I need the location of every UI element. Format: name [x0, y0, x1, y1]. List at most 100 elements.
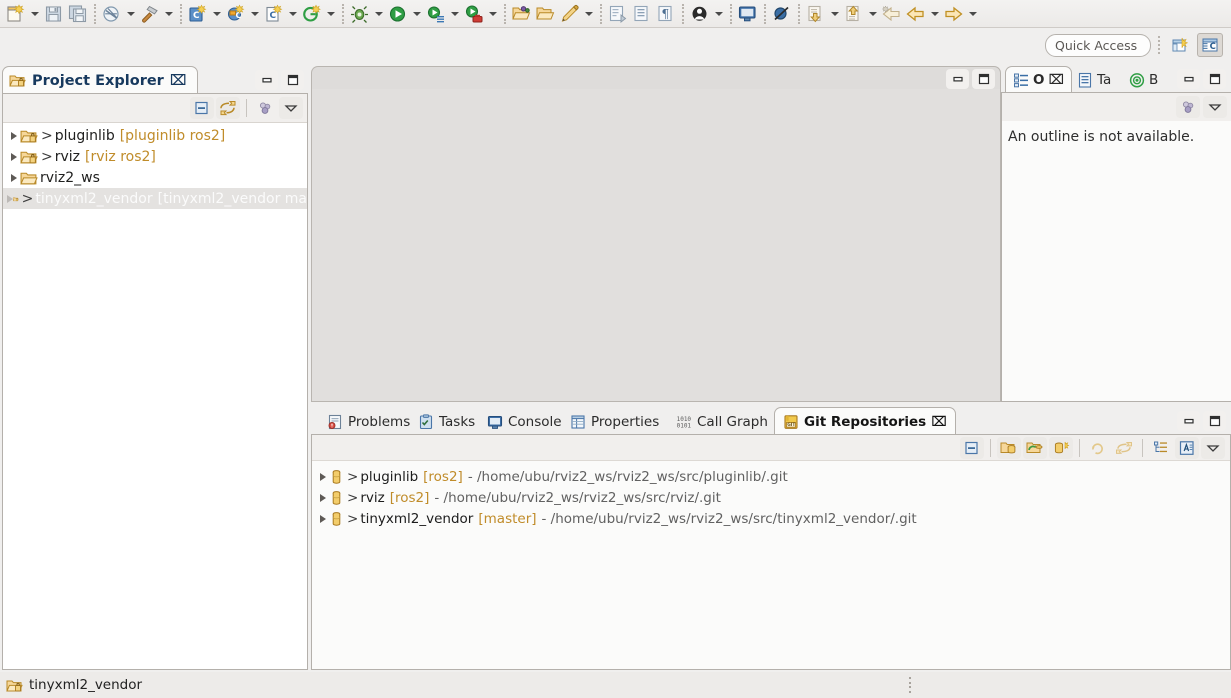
project-tree[interactable]: >pluginlib[pluginlib ros2]>rviz[rviz ros… — [3, 123, 307, 209]
collapse-all-button[interactable] — [960, 437, 984, 459]
close-icon[interactable]: ⌧ — [170, 73, 187, 89]
previous-annotation-dropdown-arrow[interactable] — [866, 3, 880, 25]
build-all-button[interactable] — [100, 2, 124, 26]
expand-arrow-icon[interactable] — [7, 153, 20, 161]
search-pencil-button[interactable] — [558, 2, 582, 26]
new-git-button[interactable] — [300, 2, 324, 26]
new-c-class-dropdown-arrow[interactable] — [248, 3, 262, 25]
git-repository-row[interactable]: >pluginlib[ros2]- /home/ubu/rviz2_ws/rvi… — [312, 466, 1230, 487]
previous-annotation-button[interactable] — [842, 2, 866, 26]
collapse-all-button[interactable] — [190, 97, 214, 119]
expand-arrow-icon[interactable] — [7, 174, 20, 182]
minimize-button[interactable] — [1177, 69, 1200, 89]
user-button[interactable] — [688, 2, 712, 26]
tab-build-targets[interactable]: B — [1122, 66, 1165, 93]
add-existing-repository-button[interactable] — [997, 437, 1021, 459]
expand-arrow-icon[interactable] — [316, 473, 329, 481]
tab-properties[interactable]: Properties — [562, 408, 667, 435]
open-resource-button[interactable] — [534, 2, 558, 26]
new-c-cpp-project-dropdown-arrow[interactable] — [210, 3, 224, 25]
tab-task-list[interactable]: Ta — [1070, 66, 1118, 93]
focus-on-active-task-button[interactable] — [253, 97, 277, 119]
run-button[interactable] — [386, 2, 410, 26]
maximize-button[interactable] — [281, 70, 304, 90]
new-c-cpp-project-button[interactable]: C — [186, 2, 210, 26]
run-external-tools-button[interactable] — [462, 2, 486, 26]
terminal-button[interactable] — [736, 2, 760, 26]
back-dropdown-arrow[interactable] — [928, 3, 942, 25]
next-annotation-button[interactable] — [804, 2, 828, 26]
hammer-build-dropdown-arrow[interactable] — [162, 3, 176, 25]
perspective-c-cpp-button[interactable]: C — [1197, 33, 1223, 57]
tab-tasks[interactable]: Tasks — [410, 408, 483, 435]
expand-arrow-icon[interactable] — [7, 132, 20, 140]
link-with-selection-button[interactable] — [1112, 437, 1136, 459]
skip-all-breakpoints-button[interactable] — [770, 2, 794, 26]
create-repository-button[interactable] — [1049, 437, 1073, 459]
expand-arrow-icon[interactable] — [316, 515, 329, 523]
new-wizard-button[interactable] — [4, 2, 28, 26]
tab-problems[interactable]: Problems — [319, 408, 418, 435]
tab-project-explorer[interactable]: Project Explorer ⌧ — [2, 66, 198, 94]
next-annotation-dropdown-arrow[interactable] — [828, 3, 842, 25]
run-dropdown-arrow[interactable] — [410, 3, 424, 25]
quick-access-input[interactable]: Quick Access — [1045, 34, 1151, 57]
tree-item[interactable]: >rviz[rviz ros2] — [3, 146, 307, 167]
git-repository-list[interactable]: >pluginlib[ros2]- /home/ubu/rviz2_ws/rvi… — [312, 461, 1230, 529]
expand-arrow-icon[interactable] — [316, 494, 329, 502]
hammer-build-button[interactable] — [138, 2, 162, 26]
tree-item[interactable]: rviz2_ws — [3, 167, 307, 188]
new-wizard-dropdown-arrow[interactable] — [28, 3, 42, 25]
new-source-file-dropdown-arrow[interactable] — [286, 3, 300, 25]
save-all-button[interactable] — [66, 2, 90, 26]
maximize-button[interactable] — [1203, 69, 1226, 89]
maximize-button[interactable] — [1203, 411, 1226, 431]
new-c-class-button[interactable]: C — [224, 2, 248, 26]
last-edit-location-button[interactable] — [880, 2, 904, 26]
view-menu-button[interactable] — [1203, 96, 1227, 118]
run-external-tools-dropdown-arrow[interactable] — [486, 3, 500, 25]
view-menu-button[interactable] — [1201, 437, 1225, 459]
new-git-dropdown-arrow[interactable] — [324, 3, 338, 25]
search-pencil-dropdown-arrow[interactable] — [582, 3, 596, 25]
save-button[interactable] — [42, 2, 66, 26]
profile-dropdown-arrow[interactable] — [448, 3, 462, 25]
minimize-button[interactable] — [255, 70, 278, 90]
paragraph-mark-button[interactable]: ¶ — [654, 2, 678, 26]
toggle-branch-hierarchy-button[interactable] — [1175, 437, 1199, 459]
back-button[interactable] — [904, 2, 928, 26]
tab-outline[interactable]: O⌧ — [1005, 66, 1072, 93]
git-repository-row[interactable]: >rviz[ros2]- /home/ubu/rviz2_ws/rviz2_ws… — [312, 487, 1230, 508]
tab-console[interactable]: Console — [479, 408, 570, 435]
profile-button[interactable] — [424, 2, 448, 26]
build-all-dropdown-arrow[interactable] — [124, 3, 138, 25]
user-dropdown-arrow[interactable] — [712, 3, 726, 25]
tab-git-repositories[interactable]: GITGit Repositories⌧ — [774, 407, 956, 435]
new-source-file-button[interactable]: C — [262, 2, 286, 26]
refresh-button[interactable] — [1086, 437, 1110, 459]
git-repository-row[interactable]: >tinyxml2_vendor[master]- /home/ubu/rviz… — [312, 508, 1230, 529]
minimize-button[interactable] — [1177, 411, 1200, 431]
editor-area-empty-body[interactable] — [311, 89, 1001, 402]
focus-on-active-task-button[interactable] — [1176, 96, 1200, 118]
link-with-editor-button[interactable] — [216, 97, 240, 119]
open-perspective-button[interactable] — [1167, 33, 1193, 57]
debug-button[interactable] — [348, 2, 372, 26]
toggle-block-selection-button[interactable] — [606, 2, 630, 26]
tree-item[interactable]: >tinyxml2_vendor[tinyxml2_vendor ma — [3, 188, 307, 209]
tab-call-graph[interactable]: 10100101Call Graph — [668, 408, 776, 435]
forward-dropdown-arrow[interactable] — [966, 3, 980, 25]
clone-repository-button[interactable] — [1023, 437, 1047, 459]
open-type-button[interactable] — [510, 2, 534, 26]
close-icon[interactable]: ⌧ — [931, 414, 947, 430]
close-icon[interactable]: ⌧ — [1048, 72, 1064, 88]
status-bar-resize-grip[interactable] — [908, 674, 912, 696]
hierarchy-layout-button[interactable] — [1149, 437, 1173, 459]
minimize-button[interactable] — [946, 69, 969, 89]
view-menu-button[interactable] — [279, 97, 303, 119]
maximize-button[interactable] — [972, 69, 995, 89]
forward-button[interactable] — [942, 2, 966, 26]
show-whitespace-button[interactable] — [630, 2, 654, 26]
tree-item[interactable]: >pluginlib[pluginlib ros2] — [3, 125, 307, 146]
debug-dropdown-arrow[interactable] — [372, 3, 386, 25]
